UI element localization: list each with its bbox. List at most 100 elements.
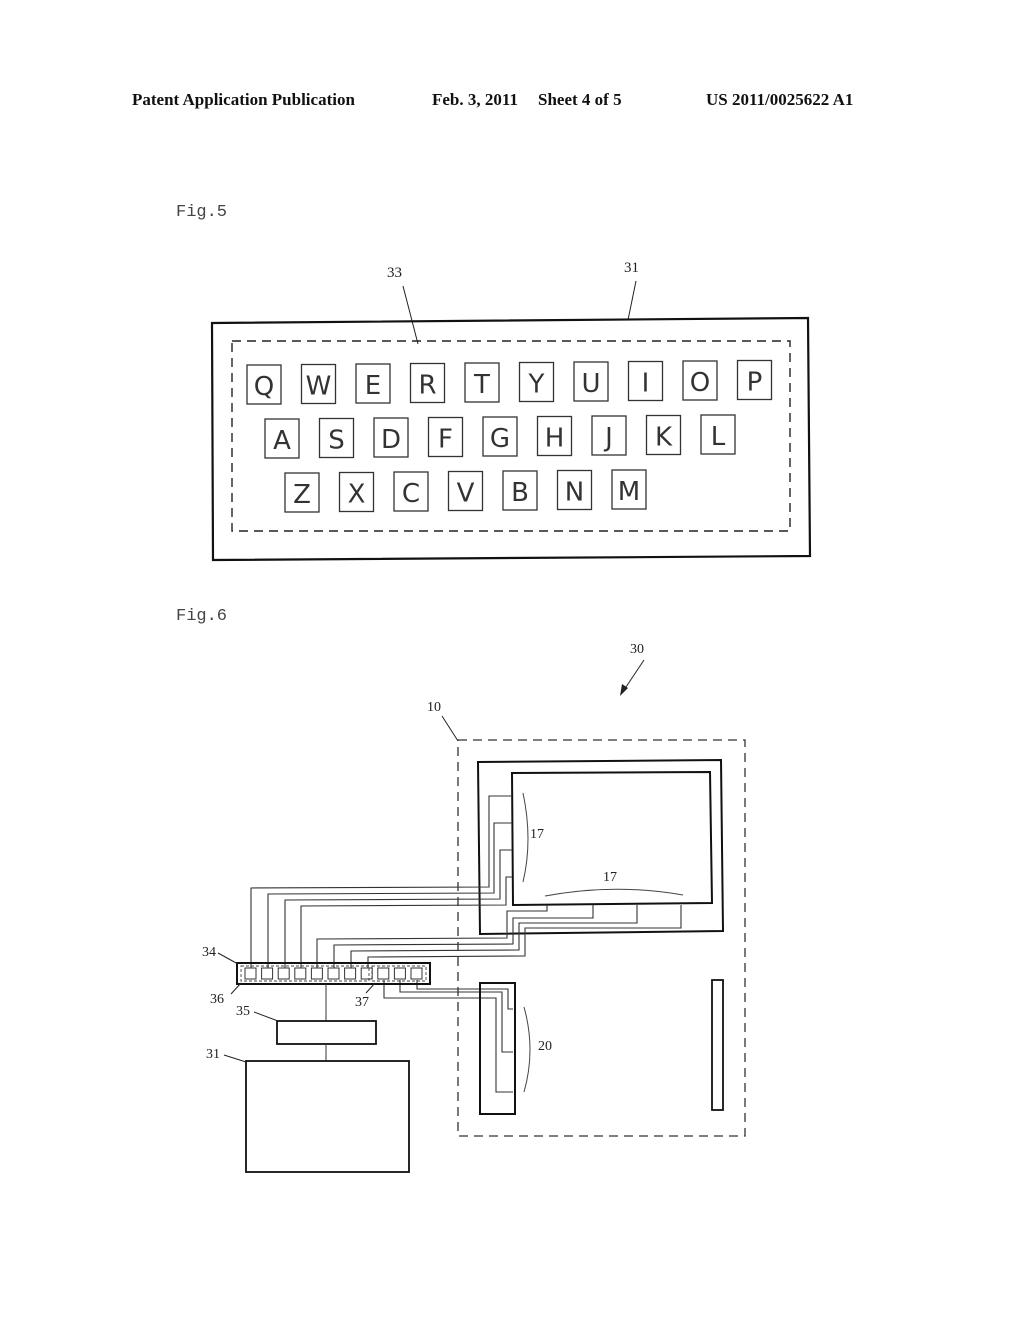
key-label: E [365,371,381,401]
leader-37 [365,982,376,994]
ref-31-fig5: 31 [624,260,639,276]
key-h[interactable]: H [536,415,573,457]
leader-30 [621,659,645,694]
terminal-group-37 [371,965,427,982]
key-label: F [438,425,453,455]
key-g[interactable]: G [482,416,518,457]
key-label: L [711,422,726,452]
connector-terminal [410,967,423,980]
wires-sensor [383,980,513,1093]
key-n[interactable]: N [556,469,593,511]
key-label: A [273,426,291,456]
ref-31-fig6: 31 [206,1047,220,1062]
controller-35 [276,1020,377,1045]
key-r[interactable]: R [409,362,446,404]
key-label: G [490,424,510,454]
key-label: K [655,423,673,453]
key-label: O [690,368,710,398]
key-a[interactable]: A [264,418,300,459]
connector-terminal [344,967,357,980]
ref-33: 33 [387,265,402,281]
key-x[interactable]: X [338,471,375,513]
key-label: W [306,372,332,402]
panel-outline [457,739,746,1137]
key-z[interactable]: Z [284,472,320,513]
key-label: Y [528,370,545,400]
leader-33 [402,285,419,345]
key-q[interactable]: Q [246,364,282,405]
key-l[interactable]: L [700,414,736,455]
fig5-diagram: 33 31 Q W E R T Y U I O P A S D F G H J K L Z X C V B N M [210,260,812,562]
key-label: V [457,479,475,509]
terminal-group-36 [240,965,370,982]
key-label: I [642,369,650,399]
display-31 [245,1060,410,1173]
ref-10: 10 [427,700,441,715]
connector-terminal [360,967,373,980]
ref-17-bottom: 17 [603,870,617,885]
key-m[interactable]: M [611,469,647,510]
wires-bottom-electrodes [316,905,682,968]
key-y[interactable]: Y [518,361,555,403]
key-label: B [511,478,529,508]
key-o[interactable]: O [682,360,718,401]
leader-34 [217,952,239,965]
connector-terminal [261,967,274,980]
key-label: C [402,479,420,509]
ref-36: 36 [210,992,224,1007]
ref-30: 30 [630,642,644,657]
ref-20: 20 [538,1039,552,1054]
fig6-label: Fig.6 [176,607,228,626]
ref-37: 37 [355,995,369,1010]
key-label: J [603,423,613,453]
ref-34: 34 [202,945,216,960]
key-f[interactable]: F [427,416,464,458]
electrode-frame-outer [476,758,725,936]
key-label: S [328,426,345,456]
side-bar [711,979,724,1111]
connector-terminal [294,967,307,980]
key-v[interactable]: V [447,470,484,512]
key-s[interactable]: S [318,417,355,459]
key-label: Q [254,372,274,402]
key-label: X [348,480,366,510]
key-label: N [565,478,584,508]
connector-terminal [377,967,390,980]
key-u[interactable]: U [573,361,609,402]
leader-10 [441,715,459,742]
key-label: M [618,477,640,507]
connector-terminal [277,967,290,980]
leader-36 [230,982,242,995]
key-b[interactable]: B [502,470,538,511]
key-c[interactable]: C [393,471,429,512]
ref-17-side: 17 [530,827,544,842]
key-e[interactable]: E [355,363,391,404]
arrow-icon [620,684,628,696]
sensor-frame [479,982,516,1115]
key-label: P [747,368,763,398]
key-i[interactable]: I [627,360,664,402]
key-label: R [418,371,436,401]
connector-34 [236,962,431,985]
brace-sensor-20 [523,1006,531,1093]
key-d[interactable]: D [373,417,409,458]
key-t[interactable]: T [464,362,500,403]
leader-31 [627,280,637,321]
connector-terminal [244,967,257,980]
key-label: Z [293,480,311,510]
ref-35: 35 [236,1004,250,1019]
key-label: T [473,370,490,400]
key-w[interactable]: W [300,363,337,405]
connector-terminal [310,967,323,980]
leader-31-fig6 [223,1054,247,1063]
key-p[interactable]: P [736,359,773,401]
key-label: D [381,425,401,455]
wires-side-electrodes [250,795,512,968]
key-j[interactable]: J [591,415,627,456]
keyboard-keys: Q W E R T Y U I O P A S D F G H J K L Z X C V B N M [246,359,773,513]
key-label: U [581,369,600,399]
connector-terminal [393,967,406,980]
key-k[interactable]: K [645,414,682,456]
brace-bottom-17 [544,888,684,897]
brace-side-17 [522,792,529,883]
